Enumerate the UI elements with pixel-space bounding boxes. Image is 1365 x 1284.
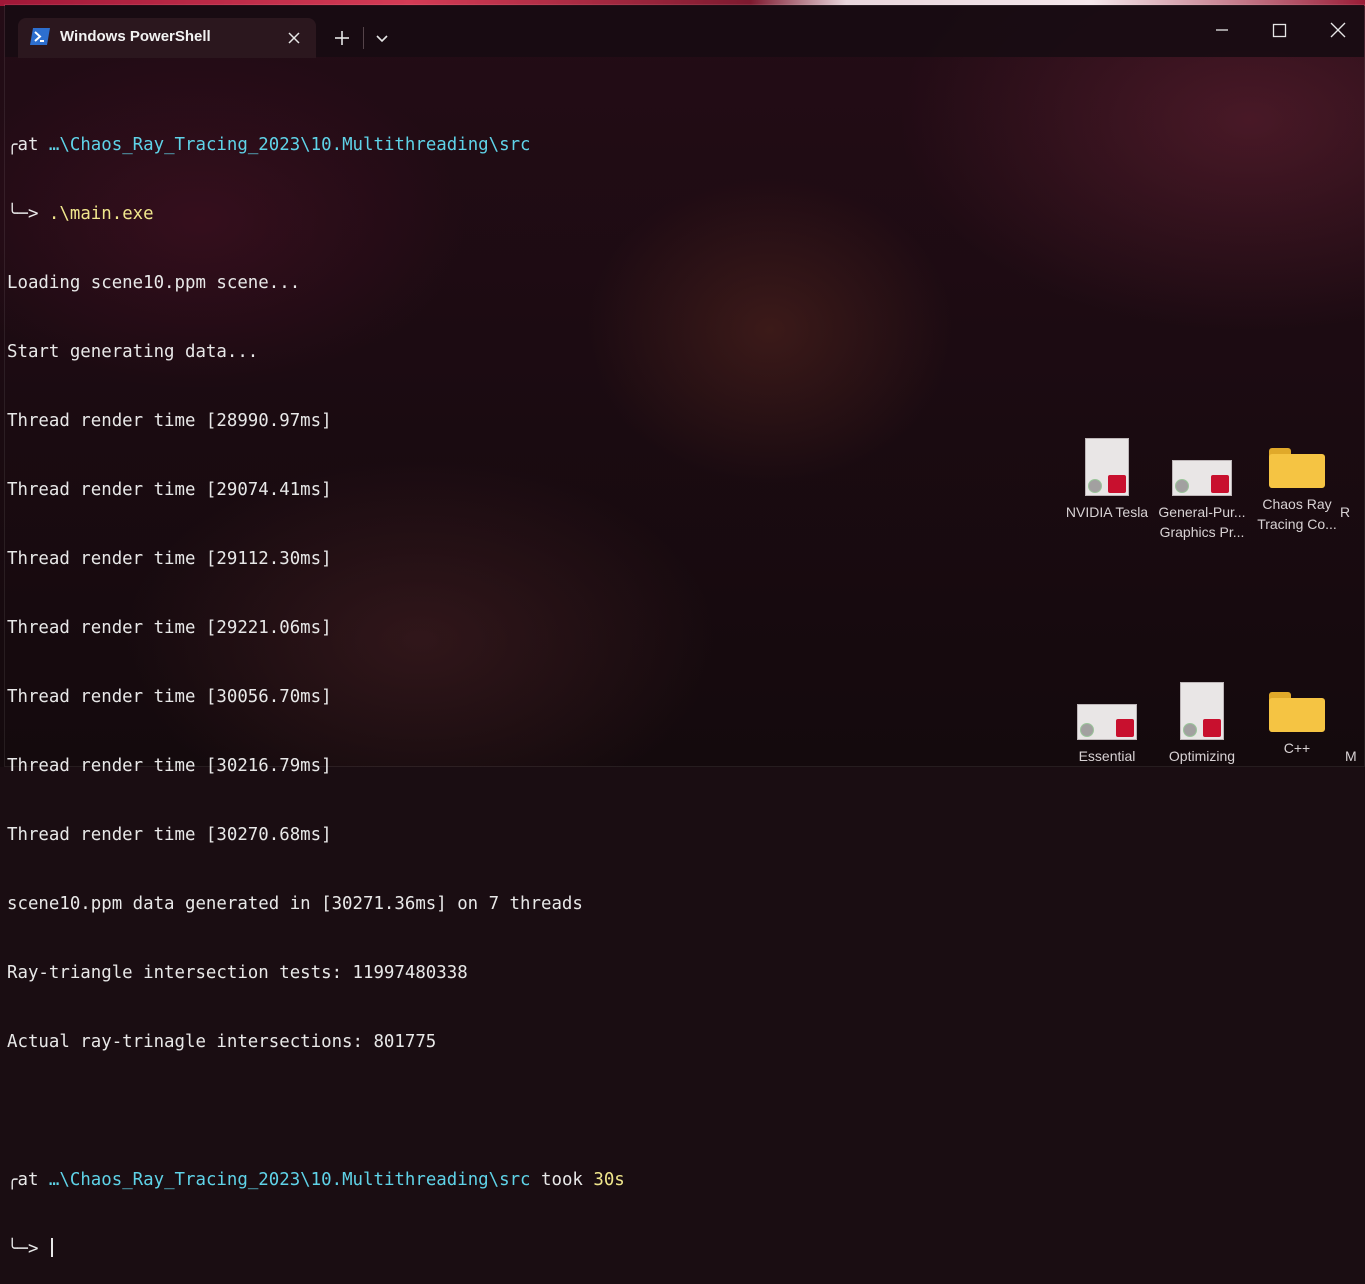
output-line: Thread render time [28990.97ms] [7,411,332,431]
text-cursor [50,1238,53,1257]
maximize-icon [1272,23,1287,38]
new-tab-button[interactable] [327,23,357,53]
close-tab-button[interactable] [282,26,306,50]
title-bar[interactable]: Windows PowerShell [5,5,1364,58]
took-label: took [530,1170,594,1190]
close-icon [1330,22,1346,38]
prompt-arrow-glyph: ╰─> [7,1239,39,1259]
prompt-line: ╭at …\Chaos_Ray_Tracing_2023\10.Multithr… [7,134,1087,157]
output-line: Loading scene10.ppm scene... [7,273,301,293]
command-line: ╰─> .\main.exe [7,203,1087,226]
prompt-corner-glyph: ╭ [7,1170,18,1190]
prompt-line: ╭at …\Chaos_Ray_Tracing_2023\10.Multithr… [7,1169,1087,1192]
took-value: 30s [593,1170,625,1190]
output-line: scene10.ppm data generated in [30271.36m… [7,894,583,914]
prompt-corner-glyph: ╭ [7,135,18,155]
powershell-icon [30,28,50,45]
titlebar-divider [363,27,364,49]
output-line: Thread render time [29221.06ms] [7,618,332,638]
command-text: .\main.exe [48,204,154,224]
minimize-button[interactable] [1200,13,1244,49]
tab-title: Windows PowerShell [60,28,211,45]
maximize-button[interactable] [1257,13,1301,49]
output-line: Ray-triangle intersection tests: 1199748… [7,963,468,983]
output-line: Actual ray-trinagle intersections: 80177… [7,1032,437,1052]
prompt-at: at [17,135,49,155]
plus-icon [335,31,349,45]
input-line[interactable]: ╰─> [7,1238,1087,1261]
output-line: Thread render time [29112.30ms] [7,549,332,569]
output-line: Thread render time [30270.68ms] [7,825,332,845]
close-icon [288,32,300,44]
output-line: Thread render time [30056.70ms] [7,687,332,707]
prompt-arrow-glyph: ╰─> [7,204,39,224]
tab-dropdown-button[interactable] [367,23,397,53]
close-window-button[interactable] [1315,13,1359,49]
prompt-path: …\Chaos_Ray_Tracing_2023\10.Multithreadi… [48,1170,531,1190]
output-line: Start generating data... [7,342,259,362]
tab-windows-powershell[interactable]: Windows PowerShell [18,18,316,58]
prompt-at: at [17,1170,49,1190]
prompt-path: …\Chaos_Ray_Tracing_2023\10.Multithreadi… [48,135,531,155]
chevron-down-icon [376,35,388,43]
output-line: Thread render time [29074.41ms] [7,480,332,500]
terminal-output[interactable]: ╭at …\Chaos_Ray_Tracing_2023\10.Multithr… [7,88,1087,1284]
minimize-icon [1216,29,1228,31]
